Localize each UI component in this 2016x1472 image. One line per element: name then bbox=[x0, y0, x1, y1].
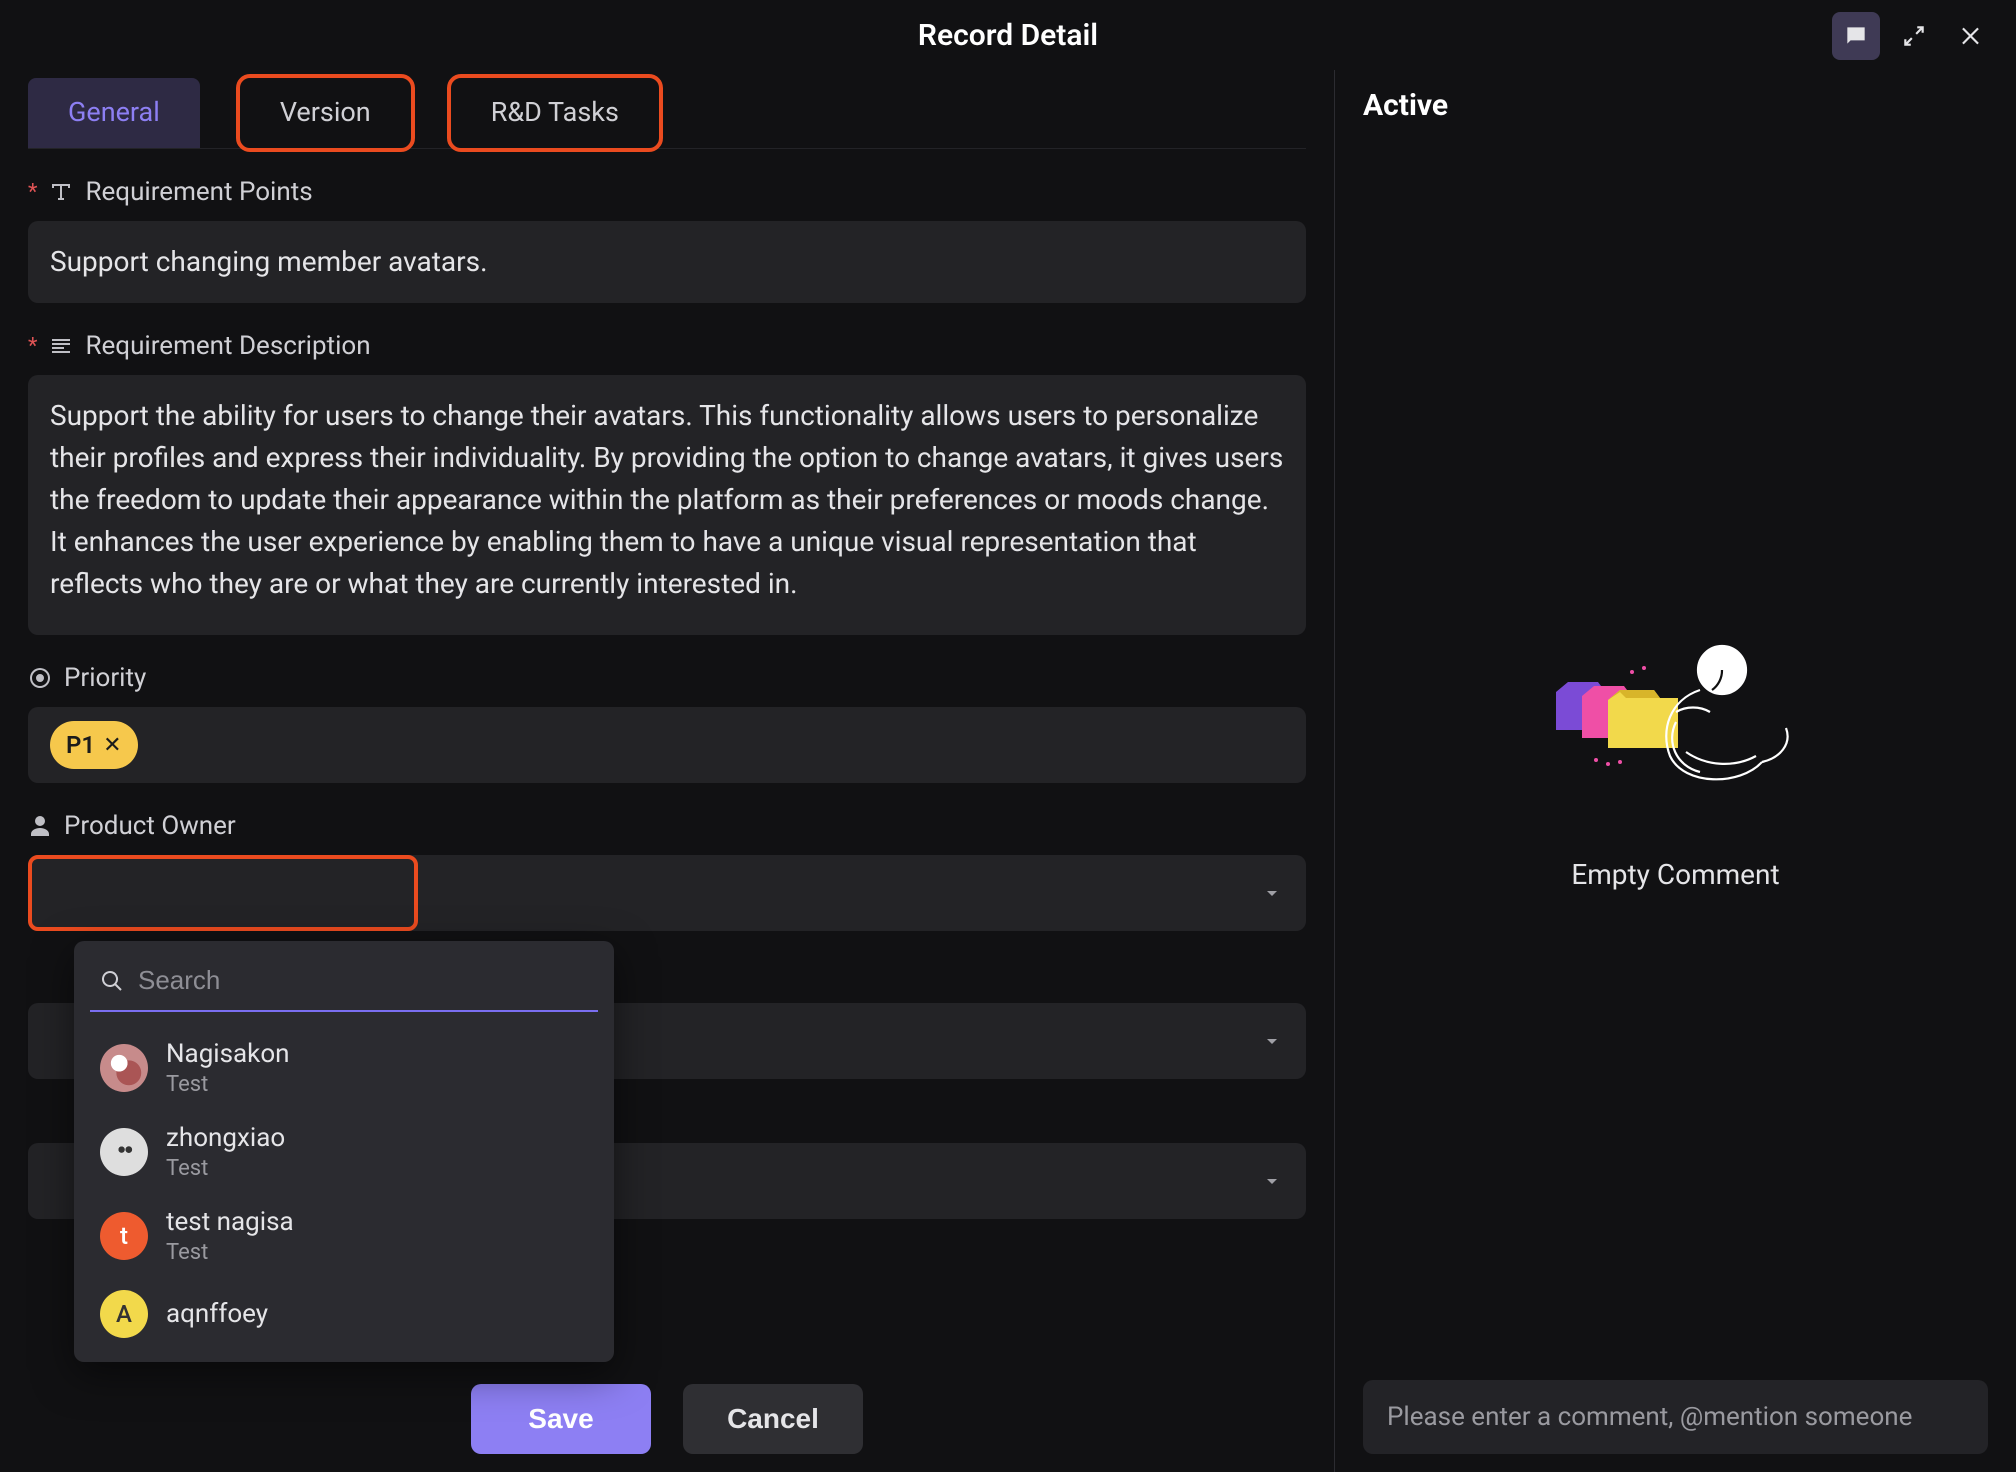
chevron-down-icon bbox=[1260, 1169, 1284, 1193]
dropdown-option[interactable]: zhongxiao Test bbox=[90, 1110, 598, 1194]
radio-icon bbox=[28, 666, 52, 690]
dropdown-option[interactable]: Nagisakon Test bbox=[90, 1026, 598, 1110]
empty-illustration bbox=[1526, 612, 1826, 822]
priority-chip-label: P1 bbox=[66, 727, 95, 763]
expand-icon-button[interactable] bbox=[1890, 12, 1938, 60]
product-owner-select[interactable] bbox=[28, 855, 1306, 931]
close-icon-button[interactable] bbox=[1948, 12, 1996, 60]
tab-general[interactable]: General bbox=[28, 78, 200, 148]
comment-icon bbox=[1843, 23, 1869, 49]
highlight-box bbox=[28, 855, 418, 931]
option-name: test nagisa bbox=[166, 1206, 294, 1239]
cancel-button[interactable]: Cancel bbox=[683, 1384, 863, 1454]
page-title: Record Detail bbox=[918, 18, 1098, 53]
avatar bbox=[100, 1128, 148, 1176]
close-icon bbox=[1959, 23, 1985, 49]
option-sub: Test bbox=[166, 1071, 290, 1099]
chevron-down-icon bbox=[1260, 1029, 1284, 1053]
chip-remove-icon[interactable]: ✕ bbox=[103, 729, 121, 762]
avatar: t bbox=[100, 1212, 148, 1260]
owner-dropdown: Nagisakon Test zhongxiao Test t bbox=[74, 941, 614, 1362]
tab-rd-tasks[interactable]: R&D Tasks bbox=[451, 78, 659, 148]
chevron-down-icon bbox=[1260, 881, 1284, 905]
tabs: General Version R&D Tasks bbox=[28, 70, 1306, 149]
field-priority: Priority P1 ✕ bbox=[28, 663, 1306, 783]
avatar bbox=[100, 1044, 148, 1092]
field-requirement-points: * Requirement Points Support changing me… bbox=[28, 177, 1306, 303]
dropdown-option[interactable]: t test nagisa Test bbox=[90, 1194, 598, 1278]
requirement-description-input[interactable]: Support the ability for users to change … bbox=[28, 375, 1306, 635]
field-label-text: Priority bbox=[64, 663, 146, 693]
avatar: A bbox=[100, 1290, 148, 1338]
field-label-text: Requirement Points bbox=[85, 177, 312, 207]
comment-icon-button[interactable] bbox=[1832, 12, 1880, 60]
priority-input[interactable]: P1 ✕ bbox=[28, 707, 1306, 783]
option-name: aqnffoey bbox=[166, 1298, 268, 1331]
requirement-points-input[interactable]: Support changing member avatars. bbox=[28, 221, 1306, 303]
field-product-owner: Product Owner Nagisakon bbox=[28, 811, 1306, 931]
field-label-text: Product Owner bbox=[64, 811, 236, 841]
priority-chip[interactable]: P1 ✕ bbox=[50, 721, 138, 769]
save-button[interactable]: Save bbox=[471, 1384, 651, 1454]
empty-comment-text: Empty Comment bbox=[1571, 858, 1779, 891]
comment-input[interactable]: Please enter a comment, @mention someone bbox=[1363, 1380, 1988, 1454]
tab-version[interactable]: Version bbox=[240, 78, 411, 148]
sidebar-title: Active bbox=[1363, 88, 1988, 123]
dropdown-option[interactable]: A aqnffoey bbox=[90, 1278, 598, 1350]
field-label-text: Requirement Description bbox=[85, 331, 370, 361]
text-field-icon bbox=[49, 180, 73, 204]
option-sub: Test bbox=[166, 1239, 294, 1267]
long-text-icon bbox=[49, 334, 73, 358]
search-icon bbox=[100, 969, 124, 993]
option-name: zhongxiao bbox=[166, 1122, 285, 1155]
field-requirement-description: * Requirement Description Support the ab… bbox=[28, 331, 1306, 635]
option-name: Nagisakon bbox=[166, 1038, 290, 1071]
dropdown-search-input[interactable] bbox=[138, 965, 588, 996]
expand-icon bbox=[1901, 23, 1927, 49]
dropdown-search[interactable] bbox=[90, 961, 598, 1012]
required-marker: * bbox=[28, 334, 37, 359]
person-icon bbox=[28, 814, 52, 838]
form-footer: Save Cancel bbox=[0, 1384, 1334, 1454]
option-sub: Test bbox=[166, 1155, 285, 1183]
required-marker: * bbox=[28, 180, 37, 205]
